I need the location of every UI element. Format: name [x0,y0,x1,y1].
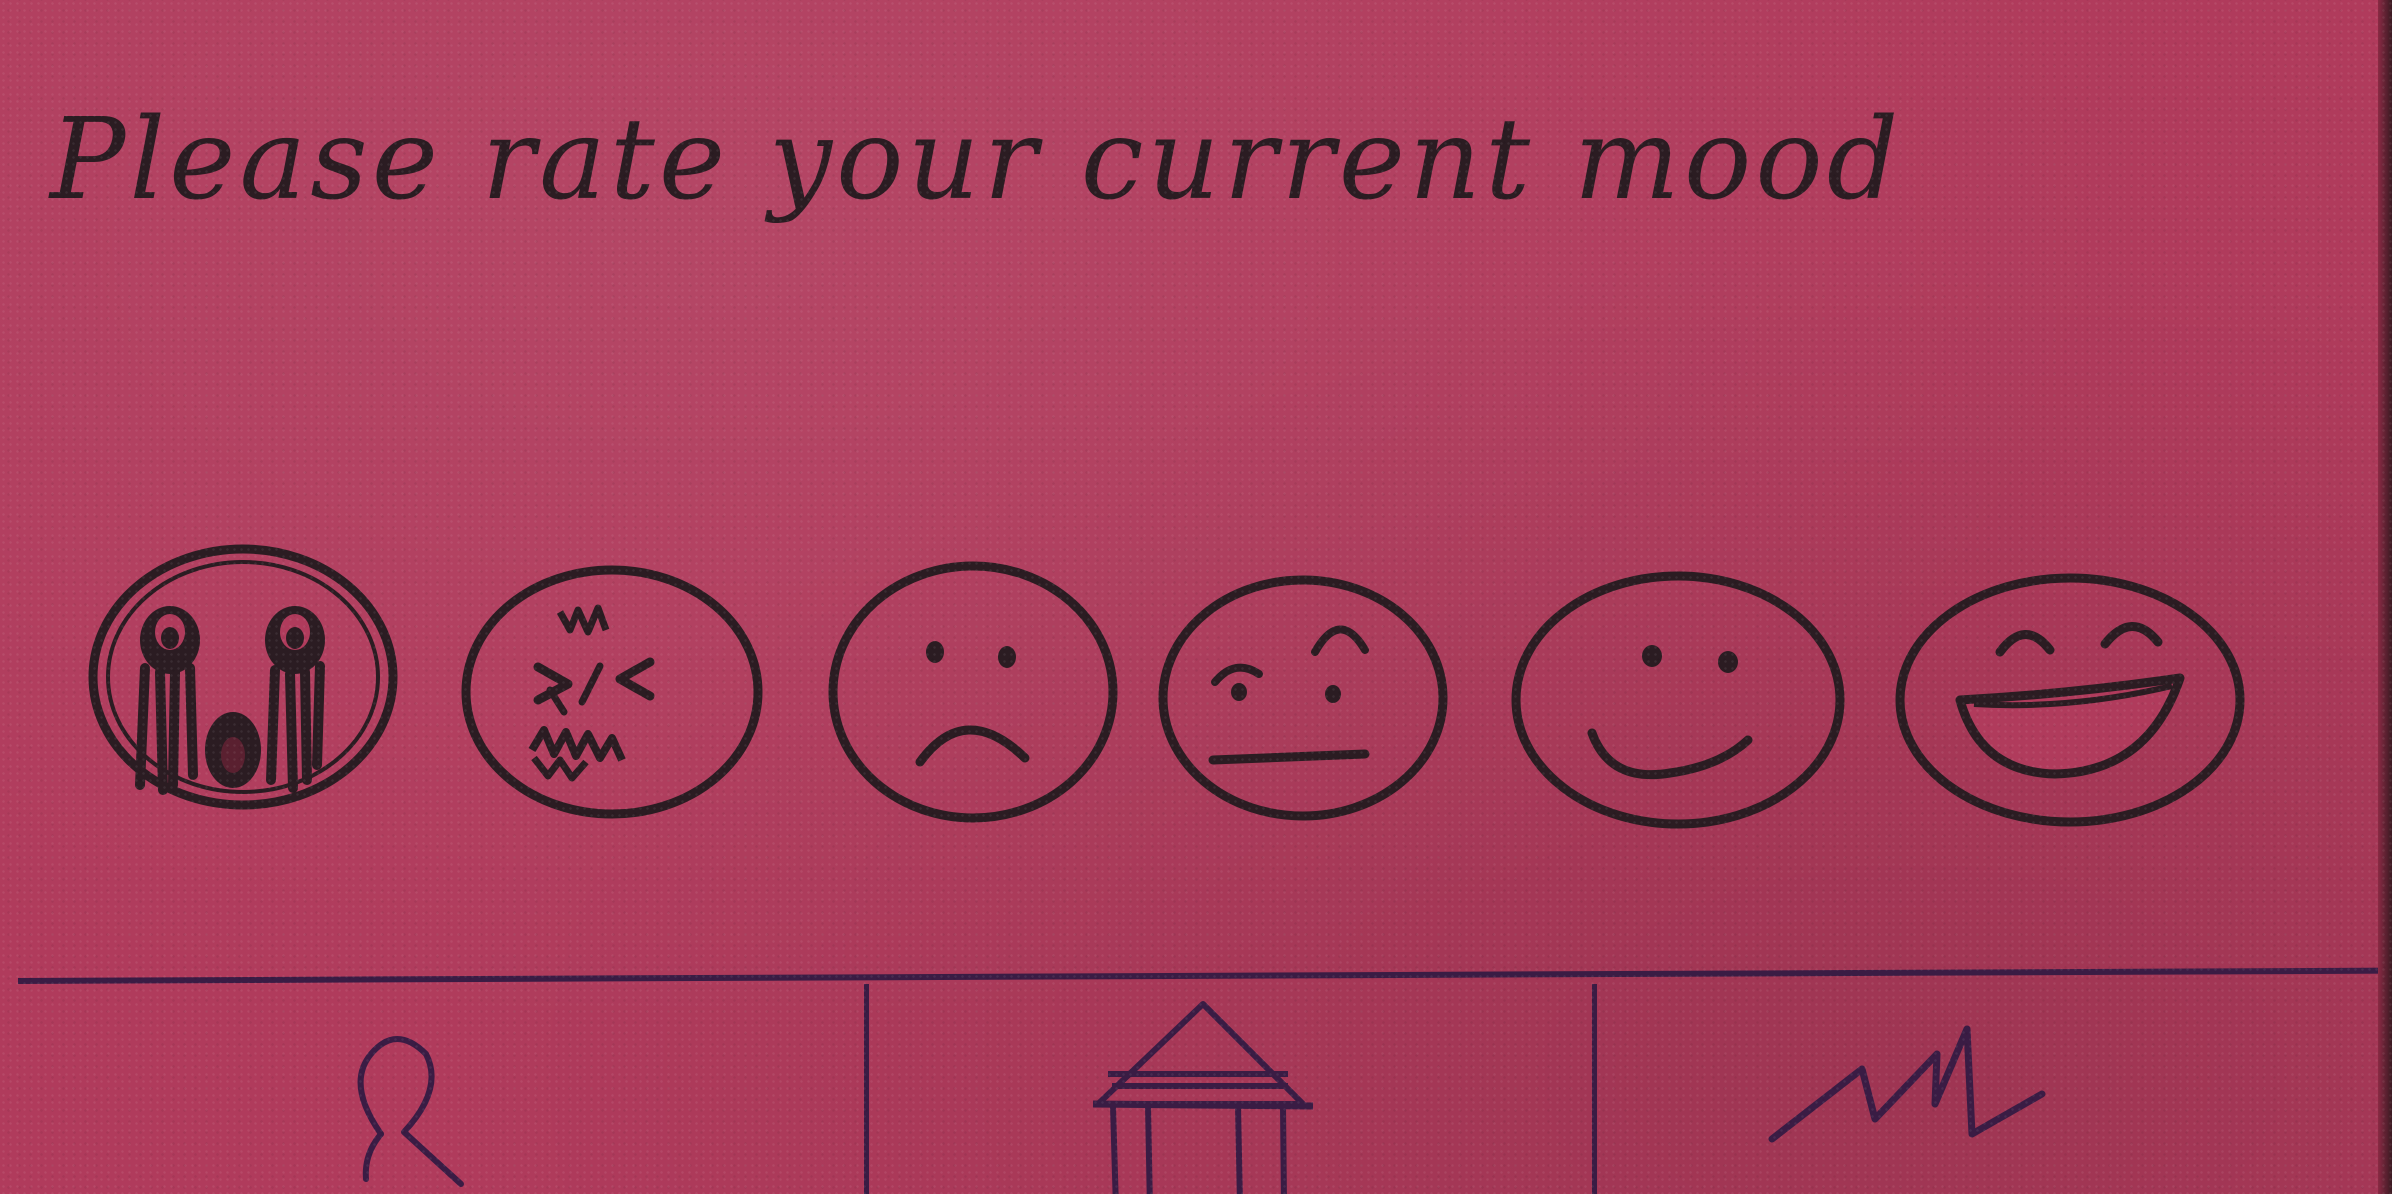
neutral-face-icon[interactable] [1155,570,1455,830]
profile-nav-button[interactable] [18,984,868,1194]
statistics-nav-button[interactable] [1597,984,2392,1194]
profile-icon [357,1036,464,1187]
angry-face-icon[interactable] [460,562,770,832]
nav-separator [864,984,869,1194]
mood-options [0,540,2392,840]
home-nav-button[interactable] [870,984,1595,1194]
nav-separator [1592,984,1597,1194]
sad-face-icon[interactable] [825,552,1125,832]
bottom-nav-divider [17,967,2392,984]
statistics-icon [1768,1025,2046,1143]
card-edge [2378,0,2392,1194]
crying-face-icon[interactable] [85,540,405,820]
smiling-face-icon[interactable] [1510,568,1850,838]
mood-rating-screen: Please rate your current mood [0,0,2392,1194]
page-title: Please rate your current mood [50,95,1903,225]
home-icon [1092,1001,1314,1194]
laughing-face-icon[interactable] [1890,562,2250,832]
bottom-nav [0,984,2392,1194]
